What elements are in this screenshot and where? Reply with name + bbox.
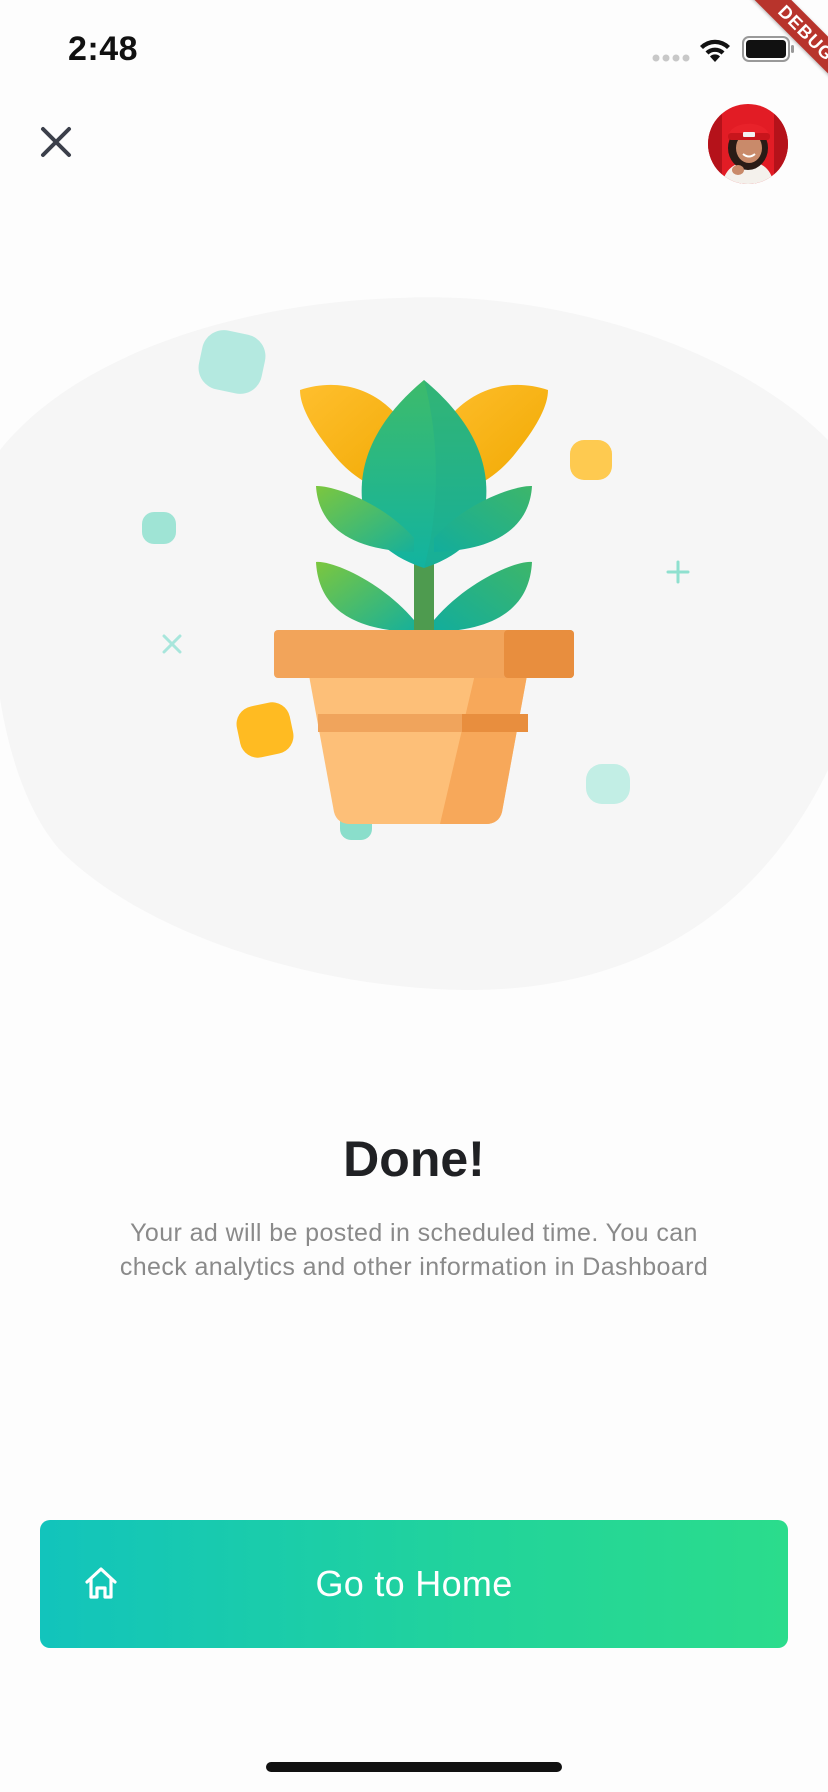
avatar[interactable] xyxy=(708,104,788,184)
done-message: Your ad will be posted in scheduled time… xyxy=(119,1219,709,1281)
wifi-icon xyxy=(700,39,730,62)
plant-illustration xyxy=(0,297,828,990)
done-title: Done! xyxy=(343,1131,485,1187)
battery-icon xyxy=(742,36,794,62)
cellular-signal-icon xyxy=(652,54,690,62)
go-to-home-button[interactable]: Go to Home xyxy=(40,1520,788,1648)
close-button[interactable] xyxy=(30,116,82,168)
status-time: 2:48 xyxy=(68,30,139,68)
user-avatar-image xyxy=(708,104,788,184)
home-indicator[interactable] xyxy=(266,1762,562,1772)
go-to-home-label: Go to Home xyxy=(315,1563,513,1604)
done-screen: 2:48 DEBUG Done! Your ad will be posted … xyxy=(0,0,828,1792)
close-icon xyxy=(41,127,71,157)
